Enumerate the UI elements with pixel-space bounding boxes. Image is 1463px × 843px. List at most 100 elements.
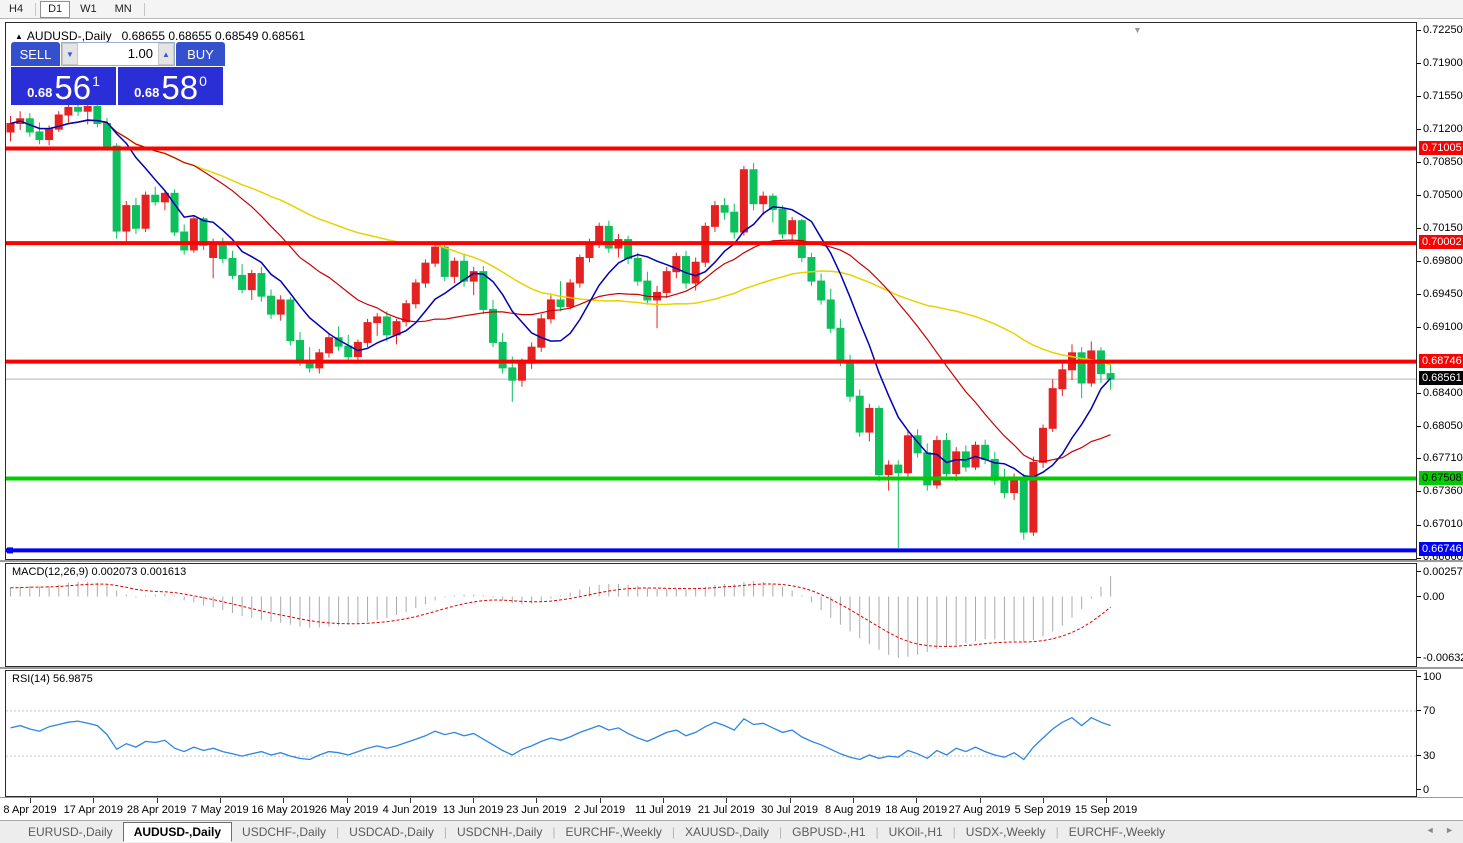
price-level-badge: 0.70002 xyxy=(1419,235,1463,250)
volume-increase-icon[interactable]: ▲ xyxy=(158,43,174,65)
price-axis-tick xyxy=(1417,195,1421,197)
price-axis-tick xyxy=(1417,789,1421,790)
timeframe-button-w1[interactable]: W1 xyxy=(72,1,105,18)
price-axis-tick xyxy=(1417,96,1421,98)
toolbar-separator xyxy=(143,2,145,16)
time-axis-tick xyxy=(219,798,221,803)
price-axis-label: 0.67010 xyxy=(1423,518,1463,530)
chart-tab-xauusd-daily[interactable]: XAUUSD-,Daily xyxy=(675,823,779,841)
time-axis-tick xyxy=(156,798,158,803)
time-axis-label: 18 Aug 2019 xyxy=(885,804,948,816)
timeframe-button-h4[interactable]: H4 xyxy=(1,1,31,18)
chart-symbol-label: AUDUSD-,Daily xyxy=(26,29,112,43)
time-axis-label: 2 Jul 2019 xyxy=(574,804,626,816)
price-axis-tick xyxy=(1417,458,1421,460)
chart-tab-usdcad-daily[interactable]: USDCAD-,Daily xyxy=(339,823,444,841)
time-axis-label: 27 Aug 2019 xyxy=(948,804,1011,816)
price-level-badge: 0.67508 xyxy=(1419,470,1463,485)
volume-input[interactable]: 1.00 xyxy=(78,43,158,65)
time-axis-tick xyxy=(346,798,348,803)
macd-axis-label: 0.002574 xyxy=(1423,565,1463,578)
sell-button[interactable]: SELL xyxy=(11,42,60,66)
time-axis-label: 8 Apr 2019 xyxy=(3,804,57,816)
time-axis-label: 7 May 2019 xyxy=(191,804,249,816)
buy-price-big: 58 xyxy=(161,69,199,106)
macd-label: MACD(12,26,9) 0.002073 0.001613 xyxy=(12,566,187,578)
chart-tab-usdx-weekly[interactable]: USDX-,Weekly xyxy=(956,823,1056,841)
price-axis-label: 0.68400 xyxy=(1423,386,1463,399)
time-axis-tick xyxy=(1042,798,1044,803)
price-axis-label: 0.67710 xyxy=(1423,451,1463,464)
rsi-line xyxy=(10,716,1111,761)
sell-price-prefix: 0.68 xyxy=(27,85,53,100)
timeframe-button-mn[interactable]: MN xyxy=(107,1,140,18)
rsi-indicator-pane[interactable]: RSI(14) 56.9875 xyxy=(5,670,1417,797)
chart-tab-bar: EURUSD-,Daily AUDUSD-,Daily USDCHF-,Daily |… xyxy=(0,820,1463,843)
chart-tab-eurchf-weekly[interactable]: EURCHF-,Weekly xyxy=(1059,823,1175,841)
time-axis-tick xyxy=(409,798,411,803)
current-price-badge: 0.68561 xyxy=(1419,371,1463,386)
sell-price-display[interactable]: 0.68 56 1 xyxy=(11,67,116,105)
chart-tab-audusd-daily[interactable]: AUDUSD-,Daily xyxy=(122,822,233,842)
time-axis-tick xyxy=(789,798,791,803)
time-axis-label: 8 Aug 2019 xyxy=(825,804,881,816)
chart-shift-marker-icon[interactable]: ▼ xyxy=(1133,25,1142,35)
price-axis-tick xyxy=(1417,129,1421,131)
rsi-canvas[interactable] xyxy=(6,671,1416,796)
timeframe-button-d1[interactable]: D1 xyxy=(40,0,71,18)
time-axis-label: 15 Sep 2019 xyxy=(1074,804,1138,816)
volume-decrease-icon[interactable]: ▼ xyxy=(62,43,78,65)
price-axis-label: 0.68050 xyxy=(1423,419,1463,432)
price-axis-tick xyxy=(1417,228,1421,230)
pane-splitter[interactable] xyxy=(0,560,1463,562)
price-axis-tick xyxy=(1417,294,1421,296)
time-axis-label: 21 Jul 2019 xyxy=(697,804,755,816)
price-axis-label: 0.72250 xyxy=(1423,23,1463,36)
price-axis-tick xyxy=(1417,162,1421,164)
time-axis-label: 28 Apr 2019 xyxy=(126,804,187,816)
macd-indicator-pane[interactable]: MACD(12,26,9) 0.002073 0.001613 xyxy=(5,563,1417,667)
rsi-axis-label: 100 xyxy=(1423,671,1442,683)
chart-tab-usdchf-daily[interactable]: USDCHF-,Daily xyxy=(232,823,336,841)
chart-tab-eurchf-weekly[interactable]: EURCHF-,Weekly xyxy=(555,823,671,841)
price-axis-tick xyxy=(1417,63,1421,65)
chart-ohlc-values: 0.68655 0.68655 0.68549 0.68561 xyxy=(121,29,306,43)
chart-ohlc-readout: ▲ AUDUSD-,Daily 0.68655 0.68655 0.68549 0.… xyxy=(15,29,305,43)
time-axis-tick xyxy=(726,798,728,803)
buy-button[interactable]: BUY xyxy=(176,42,225,66)
buy-price-display[interactable]: 0.68 58 0 xyxy=(118,67,223,105)
price-axis-label: 0.70500 xyxy=(1423,188,1463,201)
price-level-badge: 0.68746 xyxy=(1419,353,1463,368)
price-axis-label: 0.70150 xyxy=(1423,221,1463,234)
time-axis-label: 17 Apr 2019 xyxy=(63,804,123,816)
price-axis-label: 0.67360 xyxy=(1423,484,1463,497)
price-axis-label: 0.71200 xyxy=(1423,122,1463,135)
time-axis-tick xyxy=(599,798,601,803)
pane-splitter[interactable] xyxy=(0,667,1463,669)
time-axis-label: 4 Jun 2019 xyxy=(382,804,438,816)
time-axis-tick xyxy=(283,798,285,803)
price-axis-tick xyxy=(1417,570,1421,572)
time-axis-label: 5 Sep 2019 xyxy=(1014,804,1071,816)
price-axis-tick xyxy=(1417,676,1421,677)
time-axis[interactable]: 8 Apr 2019 17 Apr 2019 28 Apr 2019 7 May 20… xyxy=(0,798,1463,820)
chart-tab-usdcnh-daily[interactable]: USDCNH-,Daily xyxy=(447,823,552,841)
chart-tab-eurusd-daily[interactable]: EURUSD-,Daily xyxy=(18,823,123,841)
chart-tab-gbpusd-h1[interactable]: GBPUSD-,H1 xyxy=(782,823,875,841)
chart-tab-ukoil-h1[interactable]: UKOil-,H1 xyxy=(879,823,953,841)
price-axis-label: 0.69100 xyxy=(1423,320,1463,333)
price-axis-tick xyxy=(1417,30,1421,32)
tab-scroll-arrows[interactable]: ◄ ► xyxy=(1426,825,1458,835)
price-axis-tick xyxy=(1417,426,1421,428)
price-axis-label: 0.69450 xyxy=(1423,287,1463,300)
price-axis-label: 0.71550 xyxy=(1423,89,1463,102)
macd-canvas[interactable] xyxy=(6,564,1416,666)
macd-signal-line xyxy=(10,583,1111,647)
time-axis-tick xyxy=(93,798,95,803)
price-axis-tick xyxy=(1417,261,1421,263)
time-axis-label: 26 May 2019 xyxy=(314,804,379,816)
price-axis-tick xyxy=(1417,595,1421,597)
time-axis-label: 23 Jun 2019 xyxy=(506,804,567,816)
price-axis-tick xyxy=(1417,393,1421,395)
price-level-badge: 0.66746 xyxy=(1419,542,1463,557)
